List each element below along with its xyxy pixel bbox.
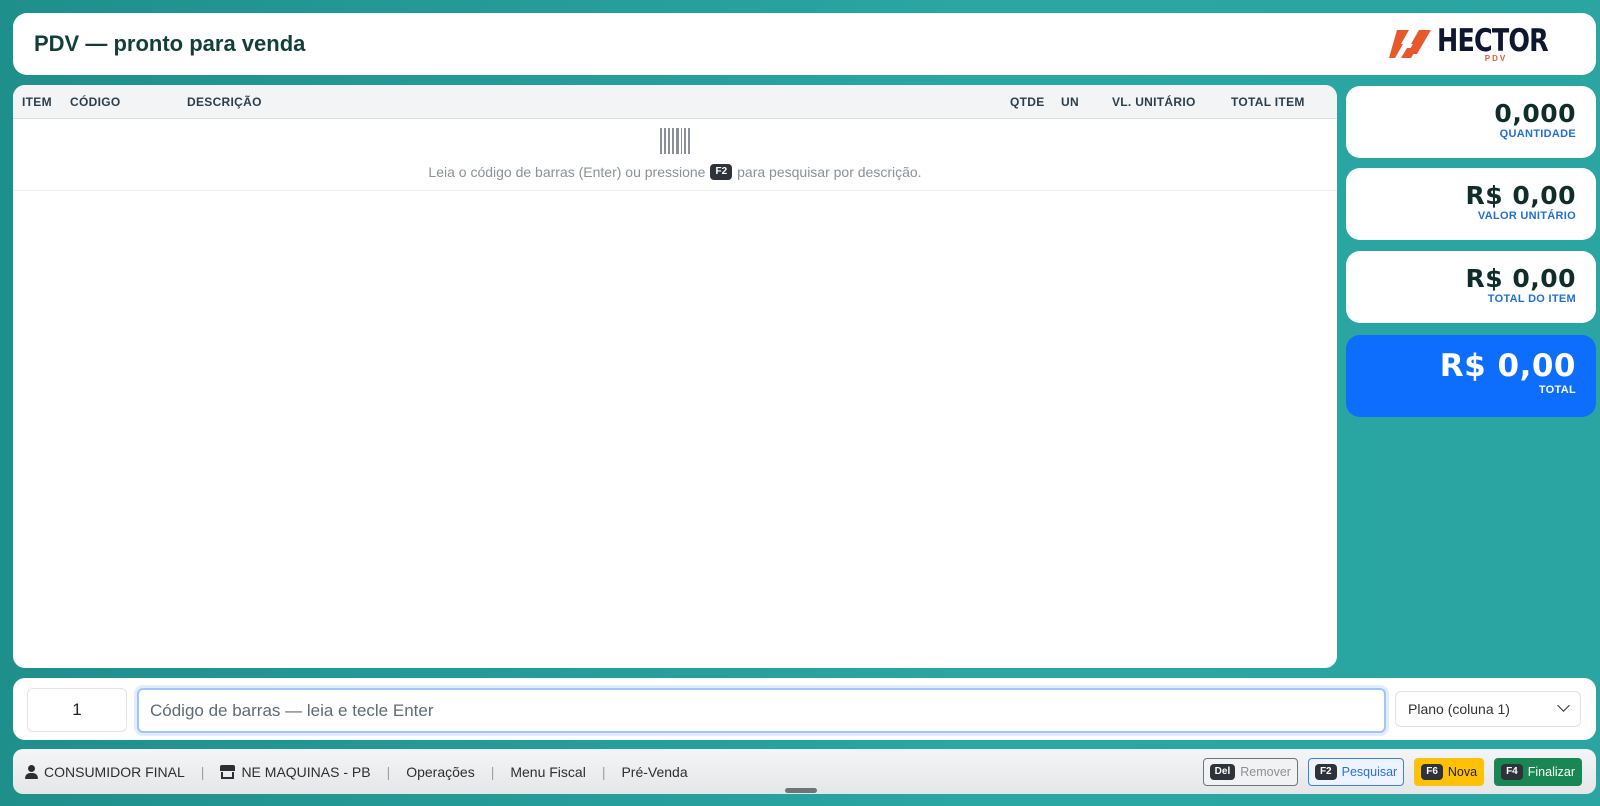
empty-state: Leia o código de barras (Enter) ou press… [13,119,1337,191]
logo-mark-icon [1388,30,1431,58]
remove-key-badge: Del [1209,763,1236,780]
plan-select-value: Plano (coluna 1) [1408,701,1510,717]
item-total-label: TOTAL DO ITEM [1487,293,1576,305]
store-selector[interactable]: NE MAQUINAS - PB [220,763,371,780]
finalize-button[interactable]: F4 Finalizar [1494,757,1582,786]
unit-price-value: R$ 0,00 [1465,181,1576,210]
app-header: PDV — pronto para venda HECTOR PDV [13,13,1596,75]
search-label: Pesquisar [1341,764,1398,779]
col-qtde: QTDE [1010,95,1045,109]
item-total-value: R$ 0,00 [1465,264,1576,293]
col-total-item: TOTAL ITEM [1231,95,1305,109]
hint-text-before: Leia o código de barras (Enter) ou press… [428,164,706,180]
search-key-badge: F2 [1314,763,1337,780]
chevron-down-icon [1557,699,1570,712]
empty-hint: Leia o código de barras (Enter) ou press… [428,164,922,180]
barcode-input[interactable] [137,688,1386,733]
quantity-label: QUANTIDADE [1499,128,1576,140]
logo-wordmark: HECTOR [1436,22,1549,59]
unit-price-card: R$ 0,00 VALOR UNITÁRIO [1346,168,1596,240]
hint-key-badge: F2 [710,164,733,180]
barcode-icon [660,128,691,154]
separator: | [490,763,495,780]
items-table: ITEM CÓDIGO DESCRIÇÃO QTDE UN VL. UNITÁR… [13,85,1337,668]
remove-button[interactable]: Del Remover [1202,757,1298,786]
quantity-value: 0,000 [1494,99,1576,128]
new-label: Nova [1447,764,1478,779]
unit-price-label: VALOR UNITÁRIO [1477,210,1576,222]
menu-operacoes[interactable]: Operações [406,764,474,780]
col-descricao: DESCRIÇÃO [187,95,262,109]
store-name: NE MAQUINAS - PB [241,763,371,780]
brand-logo: HECTOR PDV [1387,24,1572,64]
finalize-label: Finalizar [1527,764,1575,779]
new-key-badge: F6 [1421,763,1443,780]
separator: | [386,763,391,780]
col-codigo: CÓDIGO [70,95,121,109]
page-title: PDV — pronto para venda [34,31,306,56]
drag-handle[interactable] [785,788,817,793]
separator: | [601,763,606,780]
remove-label: Remover [1240,764,1291,779]
finalize-key-badge: F4 [1501,763,1523,780]
grand-total-card: R$ 0,00 TOTAL [1346,335,1596,417]
customer-selector[interactable]: CONSUMIDOR FINAL [25,764,185,780]
store-icon [220,764,236,779]
table-header: ITEM CÓDIGO DESCRIÇÃO QTDE UN VL. UNITÁR… [13,85,1337,119]
grand-total-value: R$ 0,00 [1439,348,1576,384]
new-sale-button[interactable]: F6 Nova [1414,757,1485,786]
item-total-card: R$ 0,00 TOTAL DO ITEM [1346,251,1596,323]
col-vl-unitario: VL. UNITÁRIO [1112,95,1196,109]
quantity-input[interactable]: 1 [27,688,127,732]
hint-text-after: para pesquisar por descrição. [737,164,922,180]
col-un: UN [1061,95,1079,109]
search-button[interactable]: F2 Pesquisar [1307,757,1405,786]
separator: | [200,763,205,780]
plan-select[interactable]: Plano (coluna 1) [1395,691,1581,727]
grand-total-label: TOTAL [1538,384,1576,396]
customer-name: CONSUMIDOR FINAL [44,763,185,780]
quantity-card: 0,000 QUANTIDADE [1346,86,1596,158]
entry-bar: 1 Plano (coluna 1) [13,678,1596,740]
person-icon [25,764,38,779]
menu-pre-venda[interactable]: Pré-Venda [621,764,687,780]
col-item: ITEM [22,95,52,109]
menu-fiscal[interactable]: Menu Fiscal [510,764,585,780]
action-buttons: Del Remover F2 Pesquisar F6 Nova F4 Fina… [1202,757,1596,786]
